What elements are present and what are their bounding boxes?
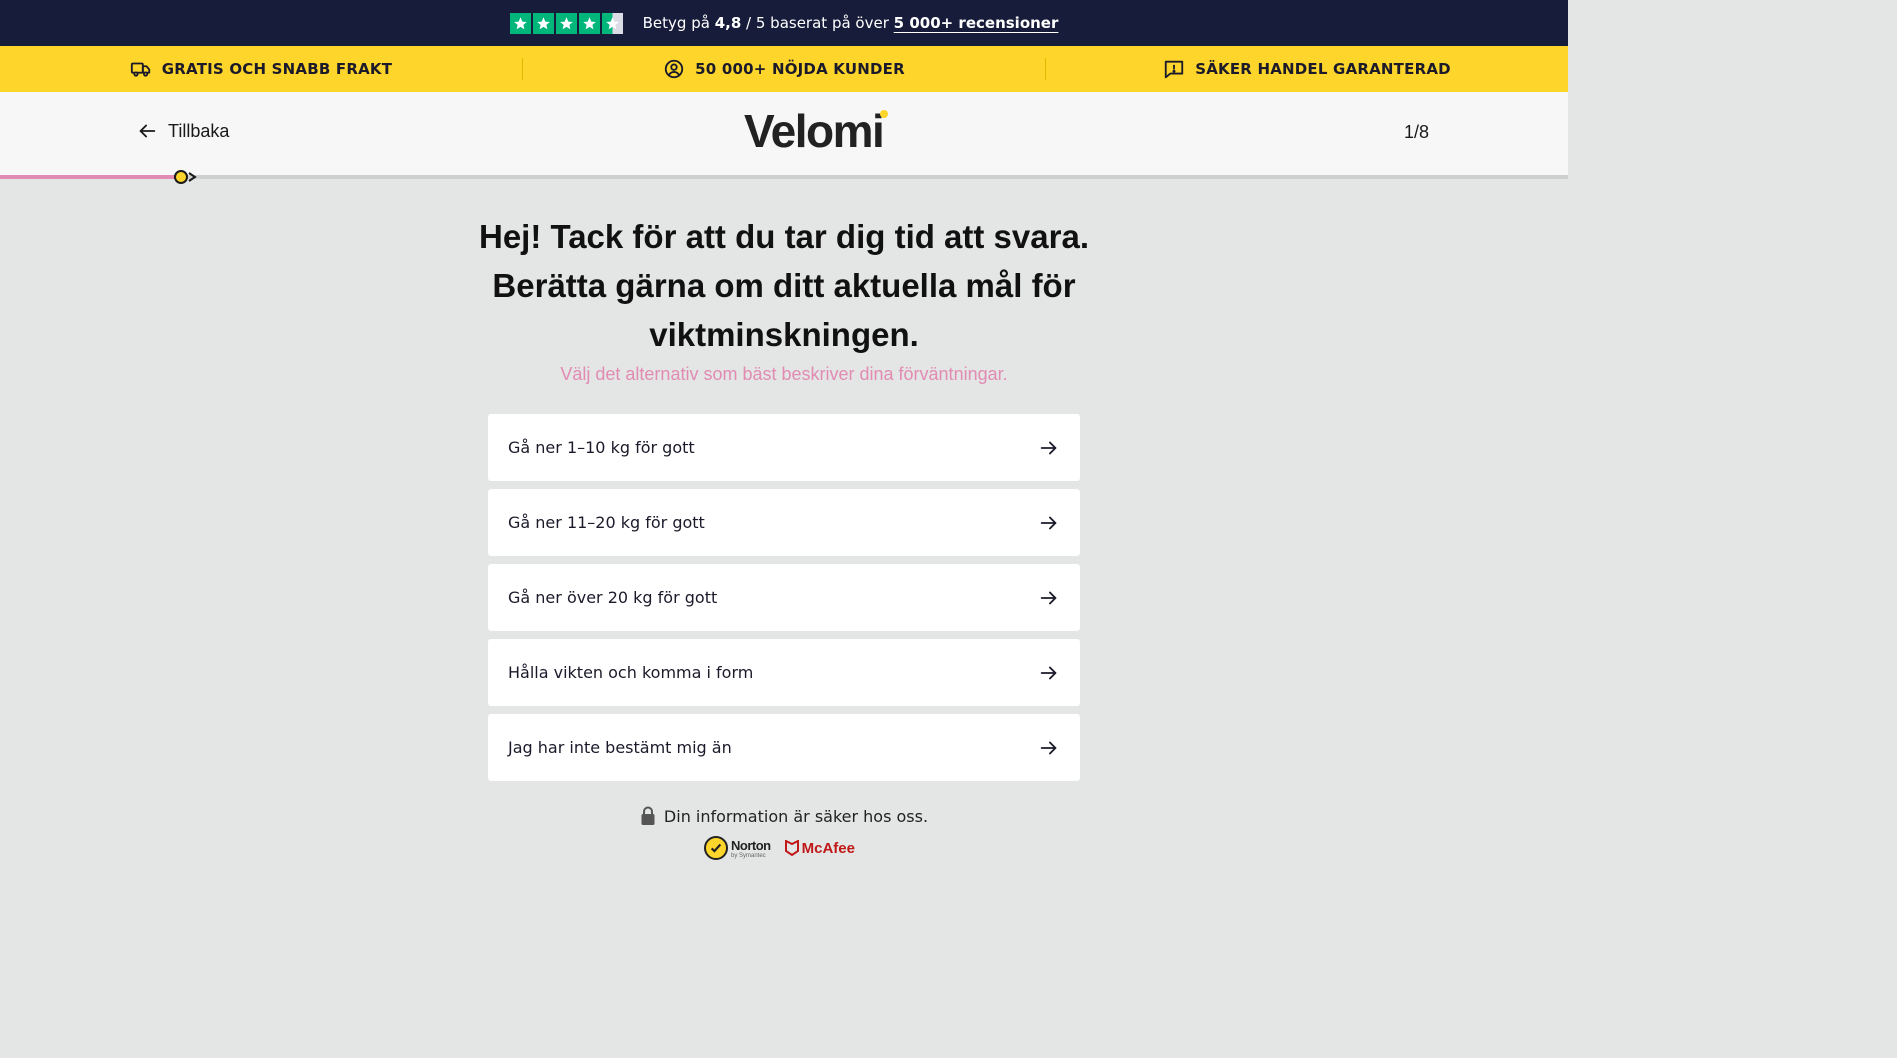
truck-icon: [130, 62, 150, 77]
progress-arrow-icon: [188, 172, 197, 182]
norton-logo: Norton by Symantec: [731, 838, 771, 859]
step-counter: 1/8: [1404, 122, 1430, 142]
message-alert-icon: [1165, 60, 1184, 79]
usp-shipping-label: GRATIS OCH SNABB FRAKT: [161, 60, 393, 78]
usp-customers-label: 50 000+ NÖJDA KUNDER: [695, 60, 905, 78]
answer-option-label: Gå ner över 20 kg för gott: [508, 588, 718, 607]
arrow-right-icon: [1040, 741, 1057, 754]
usp-customers: 50 000+ NÖJDA KUNDER: [522, 58, 1045, 80]
security-badges: Norton by Symantec McAfee: [704, 836, 855, 860]
answer-option-label: Gå ner 11–20 kg för gott: [508, 513, 705, 532]
arrow-right-icon: [1040, 666, 1057, 679]
question-title-line-3: viktminskningen.: [649, 316, 919, 353]
rating-value: 4,8: [714, 14, 742, 32]
norton-badge: Norton by Symantec: [704, 836, 771, 860]
logo-dot: [880, 110, 888, 118]
norton-subtitle: by Symantec: [731, 852, 766, 859]
mcafee-badge: McAfee: [784, 839, 855, 857]
answer-option[interactable]: Jag har inte bestämt mig än: [488, 714, 1080, 781]
trust-bar: Betyg på 4,8 / 5 baserat på över 5 000+ …: [0, 0, 1568, 46]
arrow-left-icon: [139, 124, 156, 138]
rating-summary: Betyg på 4,8 / 5 baserat på över 5 000+ …: [643, 14, 1059, 32]
half-star-icon: [601, 12, 623, 34]
question-subtitle: Välj det alternativ som bäst beskriver d…: [560, 364, 1008, 384]
rating-middle: / 5 baserat på över: [746, 14, 889, 32]
arrow-right-icon: [1040, 591, 1057, 604]
velomi-logo[interactable]: Velomi: [744, 104, 885, 158]
answer-option[interactable]: Gå ner 1–10 kg för gott: [488, 414, 1080, 481]
back-label: Tillbaka: [168, 120, 230, 141]
back-button[interactable]: Tillbaka: [136, 120, 229, 142]
reviews-link[interactable]: 5 000+ recensioner: [894, 14, 1059, 32]
security-notice: Din information är säker hos oss.: [0, 806, 1568, 826]
usp-shipping: GRATIS OCH SNABB FRAKT: [0, 58, 522, 80]
lock-icon: [641, 806, 655, 825]
checkmark-icon: [704, 836, 728, 860]
mcafee-name: McAfee: [801, 839, 855, 857]
answer-option[interactable]: Gå ner över 20 kg för gott: [488, 564, 1080, 631]
user-circle-icon: [664, 59, 684, 79]
trustpilot-stars: [509, 12, 623, 34]
arrow-right-icon: [1040, 516, 1057, 529]
norton-name: Norton: [731, 837, 771, 853]
answer-option-label: Hålla vikten och komma i form: [508, 663, 754, 682]
star-icon: [578, 12, 600, 34]
star-icon: [509, 12, 531, 34]
security-text: Din information är säker hos oss.: [663, 806, 929, 826]
star-icon: [532, 12, 554, 34]
star-icon: [555, 12, 577, 34]
answer-option-label: Gå ner 1–10 kg för gott: [508, 438, 695, 457]
arrow-right-icon: [1040, 441, 1057, 454]
question-title-line-1: Hej! Tack för att du tar dig tid att sva…: [478, 218, 1089, 255]
usp-secure-label: SÄKER HANDEL GARANTERAD: [1195, 60, 1451, 78]
quiz-header: Tillbaka Velomi 1/8: [0, 92, 1568, 175]
progress-marker: [174, 170, 188, 184]
answer-option-label: Jag har inte bestämt mig än: [508, 738, 732, 757]
progress-fill: [0, 175, 180, 179]
usp-secure: SÄKER HANDEL GARANTERAD: [1045, 58, 1568, 80]
answer-option[interactable]: Gå ner 11–20 kg för gott: [488, 489, 1080, 556]
question-title-line-2: Berätta gärna om ditt aktuella mål för: [492, 267, 1076, 304]
progress-bar: [0, 175, 1568, 179]
usp-bar: GRATIS OCH SNABB FRAKT 50 000+ NÖJDA KUN…: [0, 46, 1568, 92]
answer-option[interactable]: Hålla vikten och komma i form: [488, 639, 1080, 706]
rating-prefix: Betyg på: [642, 14, 710, 32]
mcafee-shield-icon: [784, 840, 799, 856]
answer-options: Gå ner 1–10 kg för gott Gå ner 11–20 kg …: [488, 414, 1080, 789]
question-title: Hej! Tack för att du tar dig tid att sva…: [434, 212, 1134, 359]
